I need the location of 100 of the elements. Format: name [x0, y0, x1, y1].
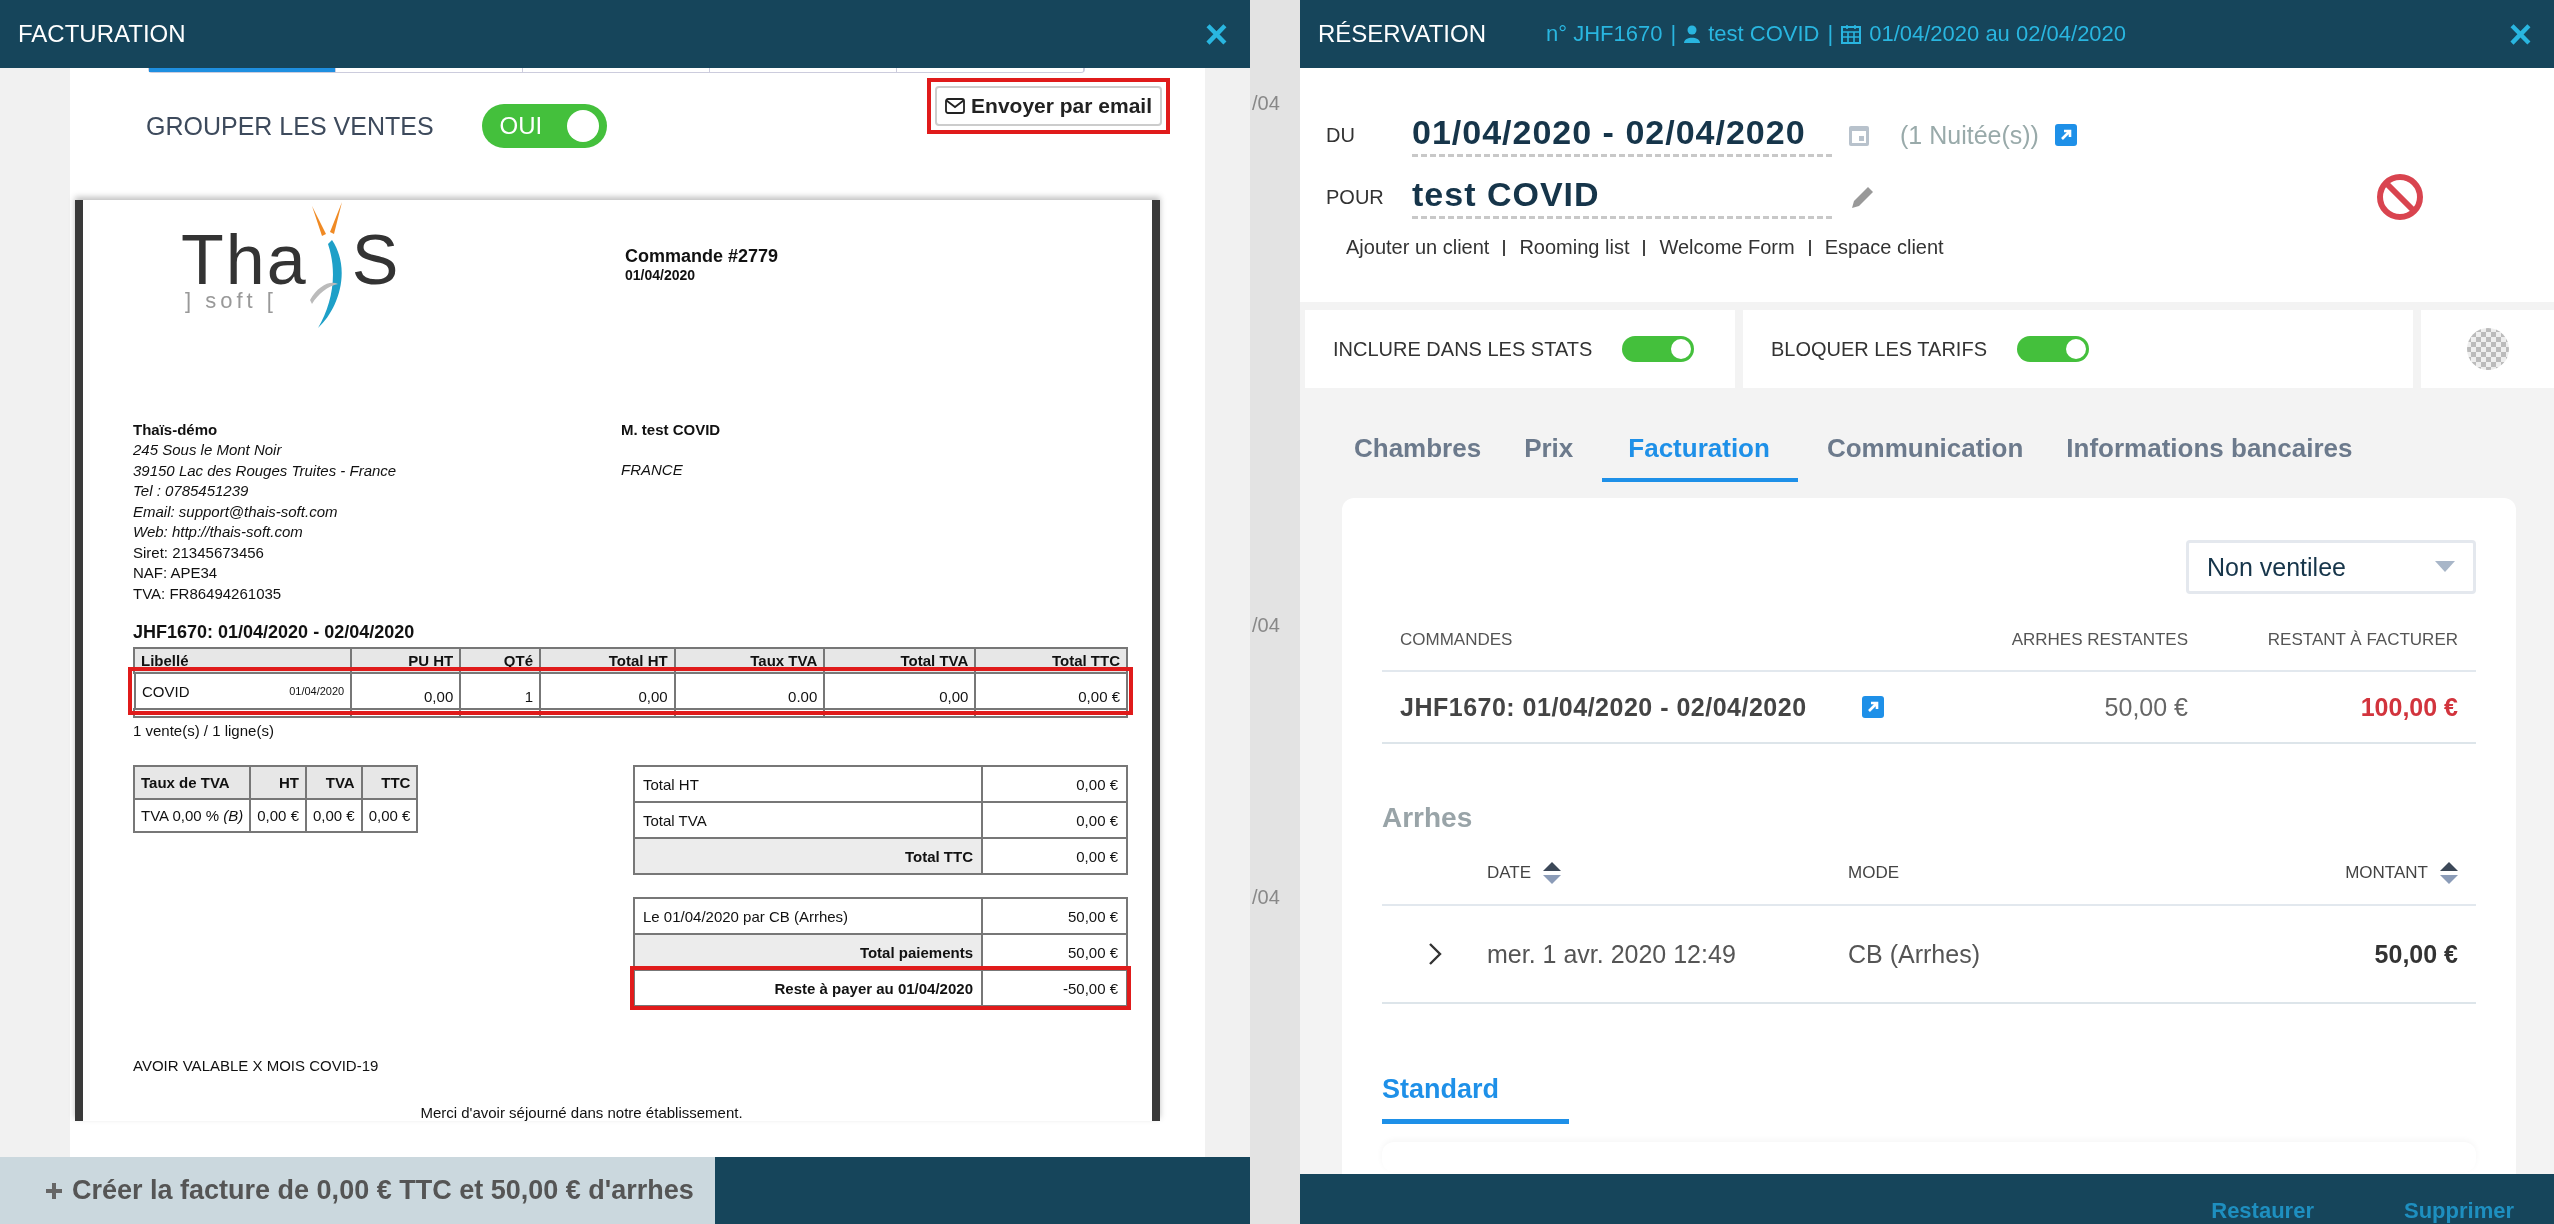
prohibited-icon[interactable]	[2376, 173, 2424, 221]
close-button[interactable]: ×	[2504, 14, 2536, 54]
client-link[interactable]: Espace client	[1824, 236, 1944, 259]
seller-line: 245 Sous le Mont Noir	[133, 440, 283, 460]
footer-button[interactable]: Supprimer	[2403, 1198, 2514, 1224]
column-header: TTC	[361, 766, 418, 799]
separator-text: |	[1670, 21, 1677, 47]
calendar-icon[interactable]	[1848, 123, 1870, 147]
table-cell: 0,00 €	[1076, 775, 1118, 793]
calendar-icon	[1841, 24, 1862, 44]
table-cell: Reste à payer au 01/04/2020	[774, 979, 973, 997]
checkered-circle-icon[interactable]	[2465, 327, 2510, 371]
seller-line: Web: http://thais-soft.com	[133, 522, 304, 542]
tab[interactable]: Facturation	[1602, 423, 1798, 482]
tab[interactable]: Chambres	[1340, 423, 1496, 482]
table-cell: 0,00	[638, 688, 668, 705]
email-button[interactable]: Envoyer par email	[935, 86, 1162, 127]
column-header[interactable]: MONTANT	[2345, 863, 2428, 883]
chevron-icon[interactable]	[1427, 942, 1442, 966]
date-fragment: /04	[1252, 886, 1280, 909]
column-header: TVA	[306, 766, 362, 799]
table-cell: Total TVA	[643, 811, 707, 829]
seller-line: Email: support@thais-soft.com	[133, 501, 339, 522]
create-invoice-button[interactable]: Créer la facture de 0,00 € TTC et 50,00 € d'arrhes	[0, 1157, 715, 1224]
seller-line: Thaïs-démo	[133, 419, 219, 440]
line-date: 01/04/2020	[289, 685, 345, 697]
table-cell: 50,00 €	[1067, 907, 1118, 925]
date-range-field[interactable]: 01/04/2020 - 02/04/2020	[1412, 113, 1832, 157]
seller-line: Siret: 21345673456	[133, 542, 265, 563]
table-cell: TVA 0,00 % (B)	[141, 807, 244, 824]
table-cell: 1	[524, 688, 533, 705]
tab[interactable]: Informations bancaires	[2052, 423, 2367, 482]
client-link[interactable]: Ajouter un client	[1346, 236, 1490, 259]
logo-subtext: ] soft [	[185, 287, 277, 314]
date-fragment: /04	[1252, 92, 1280, 115]
guest-field[interactable]: test COVID	[1412, 175, 1832, 219]
order-title: Commande #2779	[625, 245, 779, 267]
remaining-cell-text: 100,00 €	[2359, 692, 2458, 722]
client-link[interactable]: Rooming list	[1519, 236, 1630, 259]
order-cell: JHF1670: 01/04/2020 - 02/04/2020	[1400, 692, 1807, 722]
column-header: RESTANT À FACTURER	[2266, 630, 2458, 650]
plus-icon	[44, 1180, 64, 1201]
caret-icon	[2435, 561, 2455, 573]
tab[interactable]: Communication	[1812, 423, 2038, 482]
table-cell: Total HT	[643, 775, 699, 793]
table-cell: 0,00 €	[313, 807, 355, 824]
tab[interactable]: Standard	[1382, 1074, 1570, 1124]
logo-text: S	[351, 219, 401, 300]
seller-line: NAF: APE34	[133, 563, 219, 583]
reservation-number: n° JHF1670	[1546, 21, 1663, 47]
external-link-icon[interactable]	[1861, 696, 1884, 718]
table-cell: 0,00 €	[1078, 688, 1120, 705]
table-cell: 0.00	[788, 688, 818, 705]
table-cell: Total paiements	[859, 943, 973, 961]
deposit-cell-text: 50,00 €	[2103, 692, 2188, 722]
table-cell: 0,00 €	[1076, 811, 1118, 829]
tab[interactable]: Prix	[1510, 423, 1588, 482]
sort-icon[interactable]	[2440, 862, 2458, 884]
lines-count: 1 vente(s) / 1 ligne(s)	[133, 722, 275, 739]
close-button[interactable]: ×	[1200, 14, 1232, 54]
column-header: COMMANDES	[1400, 630, 1514, 650]
table-cell: 0,00 €	[257, 807, 299, 824]
nights-count: (1 Nuitée(s))	[1900, 120, 2039, 150]
column-header[interactable]: MODE	[1848, 863, 1899, 883]
separator-text: |	[1827, 21, 1834, 47]
toggle-switch[interactable]	[2017, 336, 2089, 362]
column-header[interactable]: DATE	[1487, 863, 1532, 883]
client-line: M. test COVID	[621, 419, 721, 440]
thanks-text: Merci d'avoir séjourné dans notre établissement.	[419, 1104, 744, 1121]
table-cell: 0,00	[939, 688, 969, 705]
person-icon	[1684, 25, 1701, 43]
table-cell: 0,00 €	[368, 807, 411, 824]
panel-title: RÉSERVATION	[1318, 20, 1487, 48]
order-date: 01/04/2020	[625, 266, 697, 283]
table-cell: Le 01/04/2020 par CB (Arrhes)	[643, 907, 849, 925]
dropdown[interactable]: Non ventilee	[2186, 540, 2476, 594]
toggle-label: BLOQUER LES TARIFS	[1771, 337, 1987, 361]
date-fragment: /04	[1252, 614, 1280, 637]
guest-name: test COVID	[1708, 21, 1820, 47]
sort-icon[interactable]	[1543, 862, 1562, 884]
table-cell: 50,00 €	[1067, 943, 1118, 961]
invoice-note: AVOIR VALABLE X MOIS COVID-19	[133, 1057, 380, 1074]
table-cell: 0,00	[424, 688, 454, 705]
external-link-icon[interactable]	[2054, 124, 2077, 146]
toggle-switch[interactable]	[1622, 336, 1695, 362]
group-sales-label: GROUPER LES VENTES	[146, 111, 434, 141]
client-link[interactable]: Welcome Form	[1659, 236, 1795, 259]
field-label: DU	[1326, 123, 1356, 147]
date-cell-text: mer. 1 avr. 2020 12:49	[1487, 939, 1737, 969]
table-cell: Total TTC	[904, 847, 973, 865]
column-header: Taux de TVA	[134, 766, 251, 799]
envelope-icon	[945, 98, 966, 115]
footer-button[interactable]: Restaurer	[2211, 1198, 2314, 1224]
stay-title: JHF1670: 01/04/2020 - 02/04/2020	[133, 622, 416, 643]
client-line: FRANCE	[621, 460, 684, 480]
column-header: ARRHES RESTANTES	[2010, 630, 2188, 650]
seller-line: TVA: FR86494261035	[133, 583, 283, 604]
column-header: HT	[250, 766, 306, 799]
field-label: POUR	[1326, 185, 1385, 209]
stay-dates: 01/04/2020 au 02/04/2020	[1869, 21, 2127, 47]
